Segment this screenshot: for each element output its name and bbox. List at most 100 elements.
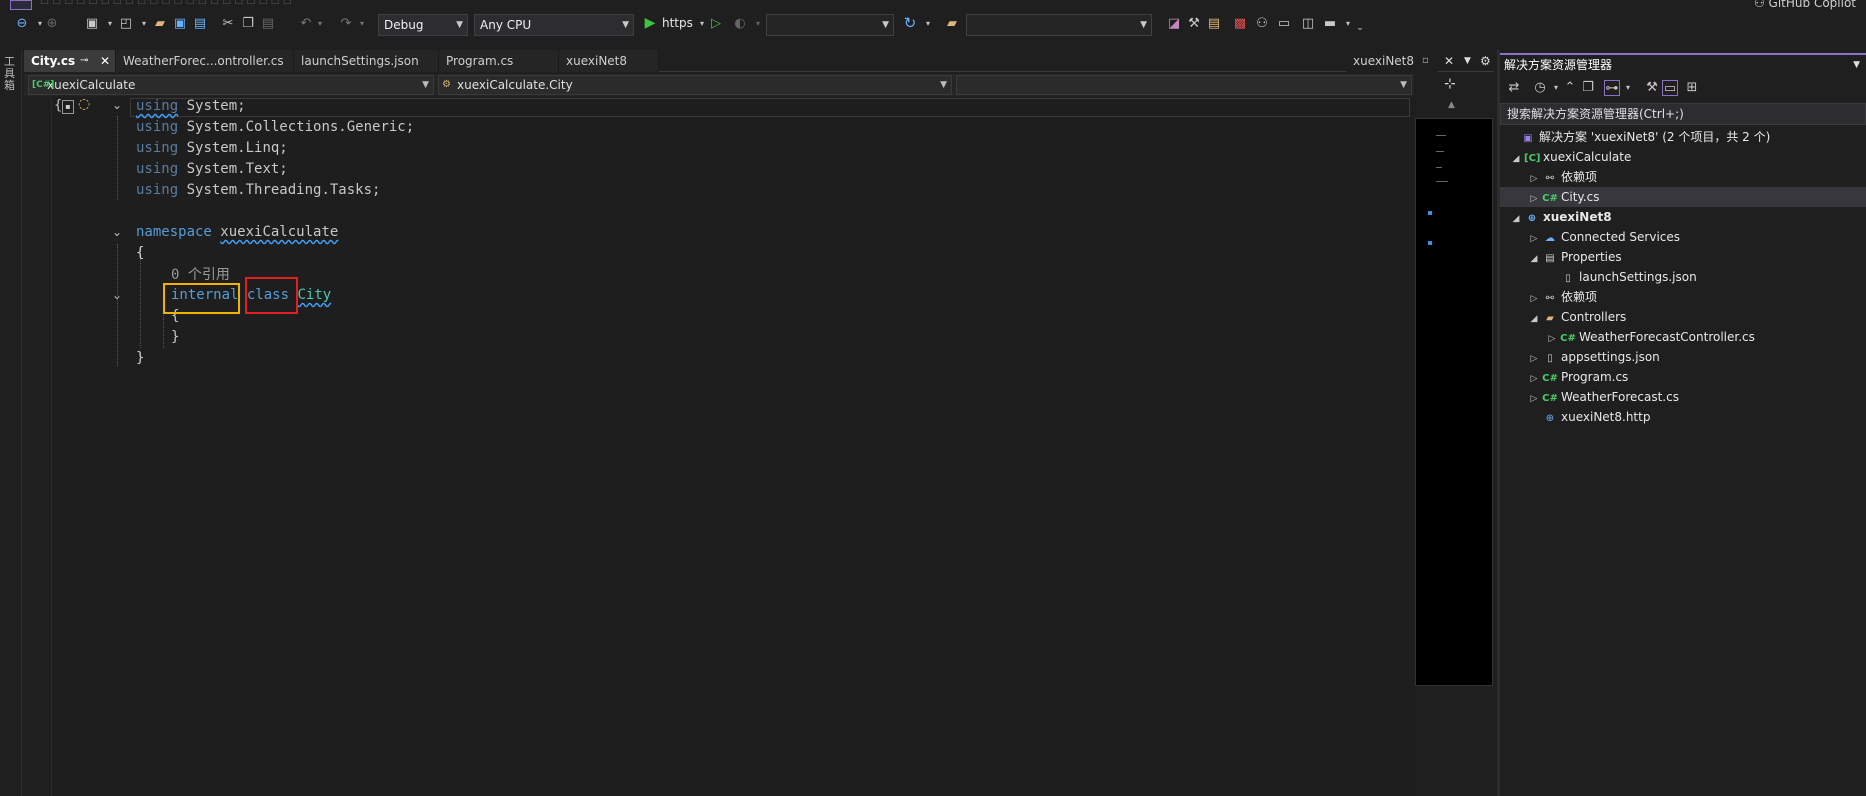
type-nav-combo[interactable]: ⚙ xuexiCalculate.City ▼ xyxy=(438,75,952,95)
collapsed-arrow-icon[interactable]: ▷ xyxy=(1526,389,1542,409)
code-editor[interactable] xyxy=(24,98,1414,796)
preview-selected-icon[interactable]: ▭ xyxy=(1662,80,1678,96)
configuration-combo[interactable]: Debug ▼ xyxy=(378,14,468,36)
copy-icon[interactable]: ❐ xyxy=(240,16,256,32)
toolbox-icon[interactable]: ▩ xyxy=(1232,16,1248,32)
properties-window-icon[interactable]: ▤ xyxy=(1206,16,1222,32)
tab-xuexinet8[interactable]: xuexiNet8 xyxy=(559,50,659,72)
collapsed-arrow-icon[interactable]: ▷ xyxy=(1544,329,1560,349)
collapsed-arrow-icon[interactable]: ▷ xyxy=(1526,229,1542,249)
pin-icon[interactable]: ▫ xyxy=(1422,50,1429,72)
tab-city-cs[interactable]: City.cs ⊸ ✕ xyxy=(24,50,116,72)
expanded-arrow-icon[interactable]: ◢ xyxy=(1526,309,1542,329)
split-editor-icon[interactable]: ⊹ xyxy=(1444,76,1456,92)
run-icon[interactable]: ▶ xyxy=(642,15,658,31)
tree-item-weatherforecast-cs[interactable]: ▷ C# WeatherForecast.cs xyxy=(1526,387,1866,407)
collapse-all-icon[interactable]: ⌃ xyxy=(1562,80,1578,96)
collapsed-arrow-icon[interactable]: ▷ xyxy=(1526,349,1542,369)
tree-item-properties[interactable]: ◢ ▤ Properties xyxy=(1526,247,1866,267)
fold-chevron-icon[interactable]: ⌄ xyxy=(112,98,122,112)
project-nav-combo[interactable]: [C#] xuexiCalculate ▼ xyxy=(28,75,434,95)
tree-item-xuexinet8-http[interactable]: ⊕ xuexiNet8.http xyxy=(1526,407,1866,427)
tab-list-dropdown-icon[interactable]: ▼ xyxy=(1464,50,1471,72)
back-icon[interactable]: ⊖ xyxy=(14,16,30,32)
tree-item-city-cs[interactable]: ▷ C# City.cs xyxy=(1500,187,1866,207)
refresh-dropdown-icon[interactable]: ▾ xyxy=(920,16,936,32)
pending-changes-icon[interactable]: ◷ xyxy=(1532,80,1548,96)
collapsed-arrow-icon[interactable]: ▷ xyxy=(1526,169,1542,189)
toolbox-tab[interactable]: 工具箱 xyxy=(4,56,16,92)
paste-icon[interactable]: ▤ xyxy=(260,16,276,32)
window-icon[interactable]: ▭ xyxy=(1276,16,1292,32)
forward-icon[interactable]: ⊕ xyxy=(44,16,60,32)
hot-reload-dropdown-icon[interactable]: ▾ xyxy=(750,16,766,32)
toolbar-options-icon[interactable]: ⌄ xyxy=(1352,20,1368,36)
fold-chevron-icon[interactable]: ⌄ xyxy=(112,225,122,239)
switch-views-icon[interactable]: ⇄ xyxy=(1506,80,1522,96)
new-project-icon[interactable]: ▣ xyxy=(84,16,100,32)
tree-item-launchsettings[interactable]: ▯ launchSettings.json xyxy=(1544,267,1866,287)
lightbulb-icon[interactable]: ◌ xyxy=(78,96,90,112)
save-all-icon[interactable]: ▤ xyxy=(192,16,208,32)
class-diagram-icon[interactable]: ⊞ xyxy=(1684,80,1700,96)
close-icon[interactable]: ✕ xyxy=(1444,50,1454,72)
refresh-icon[interactable]: ↻ xyxy=(902,15,918,31)
panel-options-icon[interactable]: ▼ xyxy=(1853,55,1860,75)
tree-item-dependencies-2[interactable]: ▷ ⚯ 依赖项 xyxy=(1526,287,1866,307)
close-icon[interactable]: ✕ xyxy=(100,50,110,72)
redo-icon[interactable]: ↷ xyxy=(338,16,354,32)
browse-folder-icon[interactable]: ▰ xyxy=(944,16,960,32)
show-all-files-icon[interactable]: ❐ xyxy=(1580,80,1596,96)
tree-item-dependencies[interactable]: ▷ ⚯ 依赖项 xyxy=(1526,167,1866,187)
expanded-arrow-icon[interactable]: ◢ xyxy=(1526,249,1542,269)
codelens-references[interactable]: 0 个引用 xyxy=(171,264,230,284)
run-without-debug-icon[interactable]: ▷ xyxy=(708,16,724,32)
collapsed-arrow-icon[interactable]: ▷ xyxy=(1526,189,1542,209)
location-combo[interactable]: ▼ xyxy=(966,14,1152,36)
tab-launchsettings[interactable]: launchSettings.json xyxy=(294,50,439,72)
save-icon[interactable]: ▣ xyxy=(172,16,188,32)
tree-item-connected-services[interactable]: ▷ ☁ Connected Services xyxy=(1526,227,1866,247)
diagnostics-icon[interactable]: ◪ xyxy=(1166,16,1182,32)
tree-item-xuexicalculate[interactable]: ◢ [C] xuexiCalculate xyxy=(1508,147,1866,167)
tree-item-xuexinet8[interactable]: ◢ ⊕ xuexiNet8 xyxy=(1508,207,1866,227)
tab-weatherforecast-controller[interactable]: WeatherForec...ontroller.cs xyxy=(116,50,294,72)
github-copilot-button[interactable]: ⚇ GitHub Copilot xyxy=(1754,0,1856,10)
member-nav-combo[interactable]: ▼ xyxy=(956,75,1412,95)
collapsed-arrow-icon[interactable]: ▷ xyxy=(1526,289,1542,309)
properties-wrench-icon[interactable]: ⚒ xyxy=(1644,80,1660,96)
add-item-icon[interactable]: ◰ xyxy=(118,16,134,32)
sync-active-document-icon[interactable]: ⊶ xyxy=(1604,80,1620,96)
minimap[interactable] xyxy=(1415,118,1493,686)
redo-dropdown-icon[interactable]: ▾ xyxy=(354,16,370,32)
debug-target-combo[interactable]: ▼ xyxy=(766,14,894,36)
collapsed-arrow-icon[interactable]: ▷ xyxy=(1526,369,1542,389)
run-profile-label[interactable]: https xyxy=(662,16,693,30)
tree-item-controllers[interactable]: ◢ ▰ Controllers xyxy=(1526,307,1866,327)
scroll-up-icon[interactable]: ▲ xyxy=(1448,100,1455,110)
wrench-icon[interactable]: ⚒ xyxy=(1186,16,1202,32)
platform-combo[interactable]: Any CPU ▼ xyxy=(474,14,634,36)
sync-dropdown-icon[interactable]: ▾ xyxy=(1620,80,1636,96)
tree-item-weatherforecastcontroller[interactable]: ▷ C# WeatherForecastController.cs xyxy=(1544,327,1866,347)
pin-icon[interactable]: ⊸ xyxy=(80,50,88,72)
expanded-arrow-icon[interactable]: ◢ xyxy=(1508,209,1524,229)
tab-program-cs[interactable]: Program.cs xyxy=(439,50,559,72)
tree-item-solution[interactable]: ▣ 解决方案 'xuexiNet8' (2 个项目，共 2 个) xyxy=(1504,127,1866,147)
comment-icon[interactable]: ▬ xyxy=(1322,16,1338,32)
add-item-dropdown-icon[interactable]: ▾ xyxy=(136,16,152,32)
code-snippet-icon[interactable]: ▪ xyxy=(62,100,74,114)
undo-dropdown-icon[interactable]: ▾ xyxy=(312,16,328,32)
cut-icon[interactable]: ✂ xyxy=(220,16,236,32)
layout-icon[interactable]: ◫ xyxy=(1300,16,1316,32)
open-folder-icon[interactable]: ▰ xyxy=(152,16,168,32)
expanded-arrow-icon[interactable]: ◢ xyxy=(1508,149,1524,169)
checkbox-icon[interactable] xyxy=(10,0,32,10)
new-project-dropdown-icon[interactable]: ▾ xyxy=(102,16,118,32)
hot-reload-icon[interactable]: ◐ xyxy=(732,16,748,32)
settings-gear-icon[interactable]: ⚙ xyxy=(1480,50,1491,72)
team-icon[interactable]: ⚇ xyxy=(1254,16,1270,32)
tree-item-appsettings[interactable]: ▷ ▯ appsettings.json xyxy=(1526,347,1866,367)
tree-item-program-cs[interactable]: ▷ C# Program.cs xyxy=(1526,367,1866,387)
solution-search-input[interactable]: 搜索解决方案资源管理器(Ctrl+;) xyxy=(1500,103,1866,125)
